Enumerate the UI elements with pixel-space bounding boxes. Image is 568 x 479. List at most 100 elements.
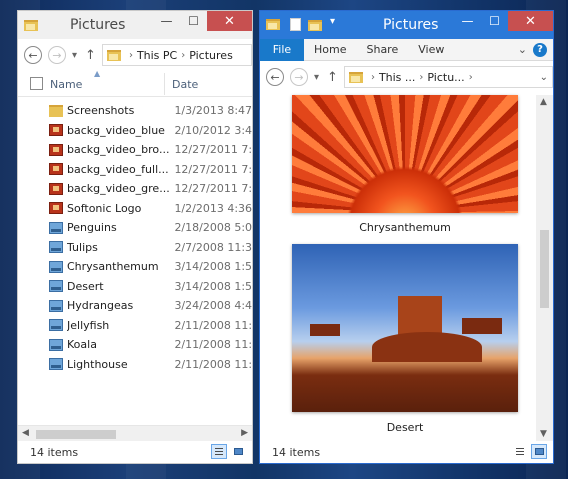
file-name: Desert [67,279,104,293]
explorer-window-right[interactable]: ▾ Pictures — ☐ ✕ File Home Share View ⌄ … [259,10,554,464]
file-date: 3/24/2008 4:41 PM [174,299,253,313]
scroll-left-icon[interactable]: ◀ [22,428,29,438]
scrollbar-thumb[interactable] [540,230,549,308]
expand-ribbon-icon[interactable]: ⌄ [518,43,527,56]
scrollbar-thumb[interactable] [36,430,116,439]
up-arrow-icon[interactable]: ↑ [327,70,338,85]
title-bar[interactable]: Pictures — ☐ ✕ [18,11,252,39]
back-arrow-icon[interactable]: ← [266,68,284,86]
window-title: Pictures [70,17,126,33]
list-item[interactable]: Desert 3/14/2008 1:59 PM [18,277,253,297]
horizontal-scrollbar[interactable]: ◀ ▶ [18,425,252,442]
pictures-folder-icon [106,49,121,61]
forward-arrow-icon[interactable]: → [48,46,66,64]
maximize-button[interactable]: ☐ [481,11,508,31]
folder-icon [49,104,63,117]
file-date: 2/7/2008 11:33 AM [174,240,253,254]
thumbnail-desert[interactable] [292,244,518,412]
maximize-button[interactable]: ☐ [180,11,207,31]
column-header-name[interactable]: Name [50,78,82,91]
details-view-icon [516,448,524,455]
list-item[interactable]: Jellyfish 2/11/2008 11:32 [18,316,252,336]
back-arrow-icon[interactable]: ← [24,46,42,64]
pictures-folder-icon [348,71,363,83]
large-icons-view-button[interactable] [230,444,246,459]
breadcrumb-this-pc[interactable]: This PC [137,49,177,62]
thumbnail-caption[interactable]: Chrysanthemum [292,221,518,234]
breadcrumb-pictures[interactable]: Pictures [189,49,233,62]
list-item[interactable]: backg_video_bro... 12/27/2011 7:58 [18,140,253,160]
list-item[interactable]: backg_video_full... 12/27/2011 7:58 [18,160,252,180]
file-name: Koala [67,338,97,352]
close-button[interactable]: ✕ [508,11,553,31]
image-file-icon [49,319,63,332]
breadcrumb-this-pc[interactable]: This ... [379,71,415,84]
list-item[interactable]: Softonic Logo 1/2/2013 4:36 AM [18,199,252,219]
file-date: 2/18/2008 5:07 AM [174,221,253,235]
list-item[interactable]: Chrysanthemum 3/14/2008 1:59 PM [18,257,252,277]
explorer-window-left[interactable]: Pictures — ☐ ✕ ← → ▾ ↑ › This PC › Pictu… [17,10,253,464]
desert-butte-shape [398,296,442,336]
image-file-icon [49,280,63,293]
title-bar[interactable]: ▾ Pictures — ☐ ✕ [260,11,553,39]
help-icon[interactable]: ? [533,42,547,57]
file-list: Screenshots 1/3/2013 8:47 AM backg_video_b… [18,101,253,375]
forward-arrow-icon[interactable]: → [290,68,308,86]
new-folder-icon[interactable] [308,20,322,31]
vertical-scrollbar[interactable]: ▲ ▼ [536,95,553,441]
list-item[interactable]: Koala 2/11/2008 11:32 [18,335,253,355]
scroll-up-icon[interactable]: ▲ [540,97,547,107]
breadcrumb-pictures[interactable]: Pictu... [427,71,464,84]
address-dropdown-icon[interactable]: ⌄ [540,72,548,83]
file-date: 3/14/2008 1:59 PM [174,279,253,293]
details-view-button[interactable] [512,444,528,459]
thumbnail-chrysanthemum[interactable] [292,95,518,213]
minimize-button[interactable]: — [454,11,481,31]
select-all-checkbox[interactable] [30,77,43,90]
up-arrow-icon[interactable]: ↑ [85,48,96,63]
file-name: Screenshots [67,104,135,118]
quick-access-properties-icon[interactable] [290,18,301,31]
status-bar: 14 items [18,441,252,463]
details-view-icon [215,448,223,455]
list-item[interactable]: Lighthouse 2/11/2008 11:32 [18,355,252,375]
breadcrumb-separator-icon: › [370,71,375,83]
desert-slope-shape [372,332,482,362]
tab-home[interactable]: Home [304,39,356,61]
recent-locations-chevron-icon[interactable]: ▾ [314,72,319,83]
close-button[interactable]: ✕ [207,11,252,31]
file-name: backg_video_blue [67,123,165,137]
file-name: backg_video_gre... [67,182,170,196]
file-date: 12/27/2011 7:58 [174,143,253,157]
image-file-icon [49,338,63,351]
scroll-right-icon[interactable]: ▶ [241,428,248,438]
breadcrumb-separator-icon: › [419,71,424,83]
details-view-button[interactable] [211,444,227,459]
minimize-button[interactable]: — [153,11,180,31]
address-bar[interactable]: › This ... › Pictu... › ⌄ [343,66,553,88]
column-divider[interactable] [164,73,165,95]
thumbnail-caption[interactable]: Desert [292,421,518,434]
file-date: 2/10/2012 3:48 AM [174,123,253,137]
tab-file[interactable]: File [260,38,304,61]
tab-share[interactable]: Share [356,39,408,61]
navigation-bar: ← → ▾ ↑ › This ... › Pictu... › ⌄ [260,61,553,93]
list-item[interactable]: Penguins 2/18/2008 5:07 AM [18,218,253,238]
address-bar[interactable]: › This PC › Pictures [101,44,252,66]
scroll-down-icon[interactable]: ▼ [540,429,547,439]
list-item[interactable]: Screenshots 1/3/2013 8:47 AM [18,101,252,121]
recent-locations-chevron-icon[interactable]: ▾ [72,50,77,61]
column-header-date[interactable]: Date [172,78,198,91]
list-item[interactable]: backg_video_blue 2/10/2012 3:48 AM [18,121,253,141]
large-icons-view-button[interactable] [531,444,547,459]
breadcrumb-separator-icon: › [181,49,186,61]
list-item[interactable]: Tulips 2/7/2008 11:33 AM [18,238,253,258]
large-icons-view-icon [535,448,544,455]
list-item[interactable]: Hydrangeas 3/24/2008 4:41 PM [18,296,253,316]
tab-view[interactable]: View [408,39,454,61]
image-file-icon [49,358,63,371]
image-file-icon [49,241,63,254]
file-date: 2/11/2008 11:32 [174,338,253,352]
quick-access-dropdown-icon[interactable]: ▾ [330,16,335,27]
list-item[interactable]: backg_video_gre... 12/27/2011 7:58 [18,179,252,199]
